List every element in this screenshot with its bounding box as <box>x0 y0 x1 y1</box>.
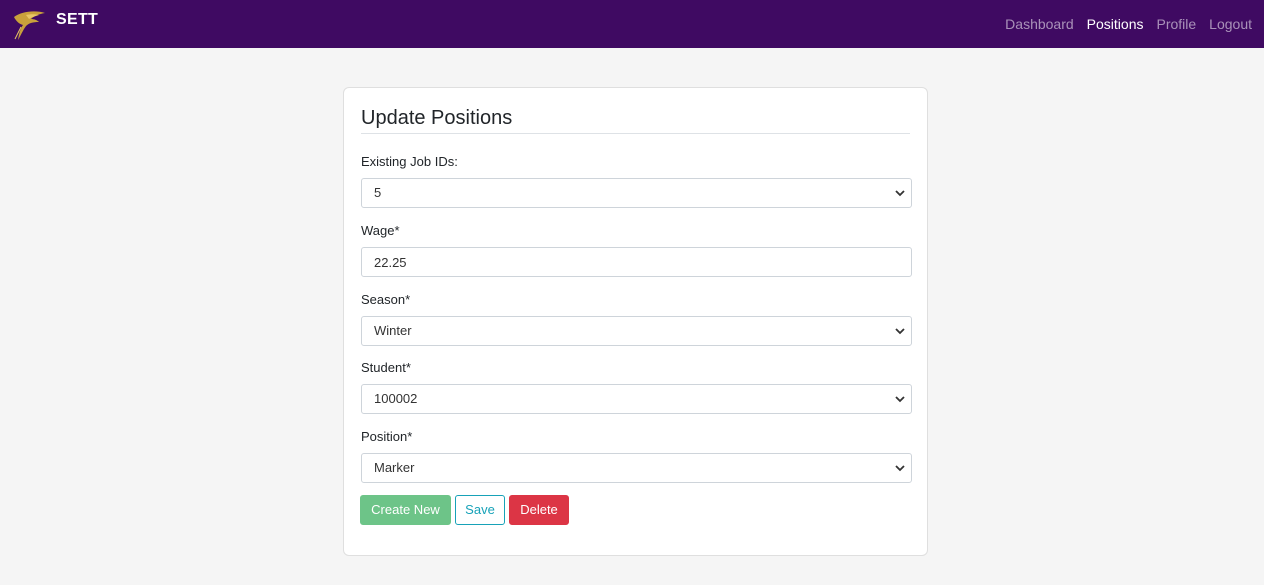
eagle-logo-icon <box>14 11 45 41</box>
top-navbar: SETT Dashboard Positions Profile Logout <box>0 0 1264 48</box>
position-label: Position* <box>361 429 413 444</box>
brand-name: SETT <box>56 11 99 28</box>
create-new-button[interactable]: Create New <box>360 495 451 525</box>
delete-button[interactable]: Delete <box>509 495 569 525</box>
nav-link-dashboard[interactable]: Dashboard <box>1005 16 1074 32</box>
position-select-value: Marker <box>361 453 912 483</box>
job-ids-field: Existing Job IDs: 5 <box>361 154 912 208</box>
nav-link-positions[interactable]: Positions <box>1087 16 1144 32</box>
save-button[interactable]: Save <box>455 495 505 525</box>
chevron-down-icon <box>895 328 905 335</box>
nav-link-profile[interactable]: Profile <box>1156 16 1196 32</box>
form-title: Update Positions <box>361 107 513 129</box>
nav-links: Dashboard Positions Profile Logout <box>1005 16 1252 32</box>
season-select-value: Winter <box>361 316 912 346</box>
brand[interactable]: SETT <box>12 7 98 41</box>
chevron-down-icon <box>895 190 905 197</box>
student-label: Student* <box>361 360 411 375</box>
chevron-down-icon <box>895 465 905 472</box>
wage-input[interactable] <box>361 247 912 277</box>
wage-field: Wage* <box>361 223 912 277</box>
season-label: Season* <box>361 292 411 307</box>
student-select-value: 100002 <box>361 384 912 414</box>
wage-label: Wage* <box>361 223 400 238</box>
title-divider <box>361 133 910 134</box>
nav-link-logout[interactable]: Logout <box>1209 16 1252 32</box>
position-select[interactable]: Marker <box>361 453 912 483</box>
update-positions-card: Update Positions Existing Job IDs: 5 Wag… <box>343 87 928 556</box>
form-actions: Create New Save Delete <box>360 495 569 525</box>
job-ids-select-value: 5 <box>361 178 912 208</box>
student-select[interactable]: 100002 <box>361 384 912 414</box>
student-field: Student* 100002 <box>361 360 912 414</box>
season-field: Season* Winter <box>361 292 912 346</box>
job-ids-select[interactable]: 5 <box>361 178 912 208</box>
chevron-down-icon <box>895 396 905 403</box>
job-ids-label: Existing Job IDs: <box>361 154 458 169</box>
position-field: Position* Marker <box>361 429 912 483</box>
season-select[interactable]: Winter <box>361 316 912 346</box>
